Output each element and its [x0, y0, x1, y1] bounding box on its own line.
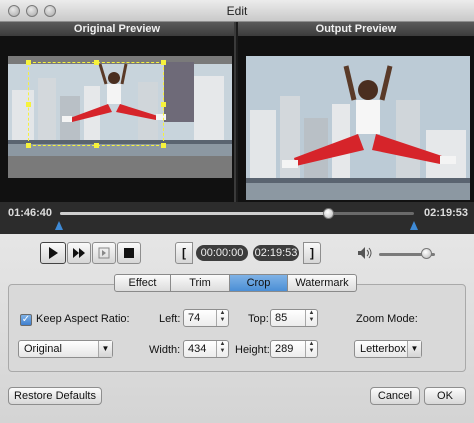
- height-label: Height:: [235, 344, 270, 356]
- timeline: 01:46:40 02:19:53: [0, 202, 474, 234]
- timeline-playhead[interactable]: [323, 208, 335, 219]
- tab-trim[interactable]: Trim: [171, 274, 230, 292]
- top-value: 85: [275, 312, 288, 324]
- left-label: Left:: [159, 313, 181, 325]
- set-end-button[interactable]: ]: [303, 242, 321, 264]
- output-preview-pane: Output Preview: [238, 22, 474, 202]
- zoom-mode-select[interactable]: Letterbox ▼: [354, 340, 422, 358]
- crop-handle-top-right[interactable]: [161, 60, 166, 65]
- chevron-down-icon: ▼: [98, 341, 112, 357]
- crop-handle-left[interactable]: [26, 102, 31, 107]
- crop-handle-top-left[interactable]: [26, 60, 31, 65]
- aspect-ratio-select[interactable]: Original ▼: [18, 340, 113, 358]
- preview-area: Original Preview Output Preview: [0, 22, 474, 202]
- width-stepper-arrows[interactable]: ▲ ▼: [216, 341, 228, 357]
- output-scene-image: [246, 56, 470, 200]
- trim-end-marker[interactable]: [410, 221, 418, 230]
- cancel-button[interactable]: Cancel: [370, 387, 420, 405]
- edit-tabs: Effect Trim Crop Watermark: [114, 274, 357, 292]
- trim-start-marker[interactable]: [55, 221, 63, 230]
- original-preview-pane: Original Preview: [0, 22, 236, 202]
- clip-icon: [98, 247, 110, 259]
- height-stepper[interactable]: 289 ▲ ▼: [270, 340, 318, 358]
- crop-handle-bottom[interactable]: [94, 143, 99, 148]
- keep-aspect-ratio-checkbox[interactable]: ✓: [20, 314, 32, 326]
- tab-crop[interactable]: Crop: [230, 274, 288, 292]
- crop-handle-bottom-left[interactable]: [26, 143, 31, 148]
- restore-defaults-button[interactable]: Restore Defaults: [8, 387, 102, 405]
- fast-forward-icon: [73, 248, 85, 258]
- fast-forward-button[interactable]: [67, 242, 91, 264]
- window-title: Edit: [226, 4, 248, 18]
- set-start-button[interactable]: [: [175, 242, 193, 264]
- height-stepper-arrows[interactable]: ▲ ▼: [305, 341, 317, 357]
- clip-button[interactable]: [92, 242, 116, 264]
- left-value: 74: [188, 312, 201, 324]
- aspect-ratio-value: Original: [24, 343, 62, 355]
- crop-region-box[interactable]: [26, 60, 166, 148]
- clip-end-time: 02:19:53: [253, 245, 299, 261]
- width-stepper[interactable]: 434 ▲ ▼: [183, 340, 229, 358]
- top-stepper-arrows[interactable]: ▲ ▼: [305, 310, 317, 326]
- stop-button[interactable]: [117, 242, 141, 264]
- original-preview-label: Original Preview: [0, 22, 234, 36]
- tab-watermark[interactable]: Watermark: [288, 274, 357, 292]
- timeline-end-time: 02:19:53: [423, 207, 468, 219]
- stop-icon: [124, 248, 134, 258]
- crop-handle-top[interactable]: [94, 60, 99, 65]
- width-value: 434: [188, 343, 207, 355]
- play-icon: [49, 247, 58, 259]
- timeline-start-time: 01:46:40: [8, 207, 53, 219]
- chevron-down-icon: ▼: [407, 341, 421, 357]
- width-label: Width:: [149, 344, 181, 356]
- zoom-mode-label: Zoom Mode:: [356, 313, 418, 325]
- timeline-track[interactable]: [60, 208, 414, 219]
- title-bar: Edit: [0, 0, 474, 22]
- crop-handle-right[interactable]: [161, 102, 166, 107]
- tab-effect[interactable]: Effect: [114, 274, 171, 292]
- volume-icon: [358, 247, 372, 259]
- top-label: Top:: [248, 313, 269, 325]
- output-video-frame: [246, 56, 470, 200]
- ok-button[interactable]: OK: [424, 387, 466, 405]
- left-stepper[interactable]: 74 ▲ ▼: [183, 309, 229, 327]
- timeline-progress: [60, 212, 330, 215]
- crop-handle-bottom-right[interactable]: [161, 143, 166, 148]
- keep-aspect-ratio-label: Keep Aspect Ratio:: [36, 313, 130, 325]
- crop-settings-group: [8, 284, 466, 372]
- original-video-frame: [8, 56, 232, 178]
- play-button[interactable]: [40, 242, 66, 264]
- volume-slider-thumb[interactable]: [420, 248, 432, 259]
- left-stepper-arrows[interactable]: ▲ ▼: [216, 310, 228, 326]
- top-stepper[interactable]: 85 ▲ ▼: [270, 309, 318, 327]
- output-preview-label: Output Preview: [238, 22, 474, 36]
- zoom-mode-value: Letterbox: [360, 343, 406, 355]
- edit-controls-panel: [ 00:00:00 02:19:53 ] Effect Trim Crop W…: [0, 234, 474, 423]
- clip-start-time: 00:00:00: [196, 245, 248, 261]
- height-value: 289: [275, 343, 294, 355]
